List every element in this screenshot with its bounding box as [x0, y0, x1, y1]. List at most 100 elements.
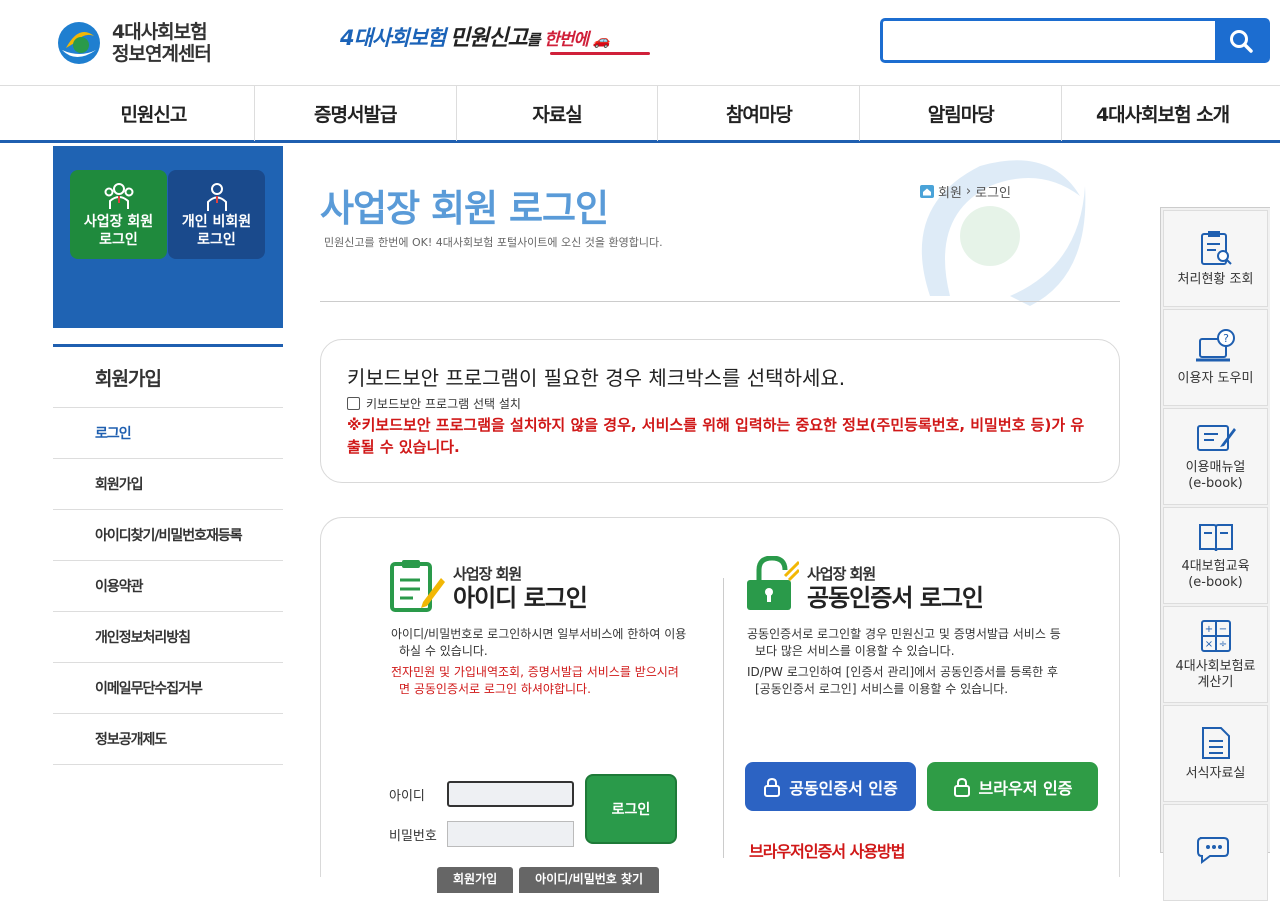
nav-complaint[interactable]: 민원신고: [53, 86, 255, 141]
sidebar-item-join[interactable]: 회원가입: [53, 459, 283, 510]
individual-login-line2: 로그인: [197, 231, 236, 248]
nav-participation[interactable]: 참여마당: [658, 86, 861, 141]
search-input[interactable]: [883, 21, 1215, 60]
slogan-part-d: 한번에: [544, 30, 589, 50]
slogan-car-icon: 🚗: [592, 33, 610, 49]
quick-form-library[interactable]: 서식자료실: [1163, 705, 1268, 802]
quick-manual-ebook-label: 이용매뉴얼 (e-book): [1185, 459, 1246, 491]
document-list-icon: [1201, 726, 1230, 759]
nav-notice[interactable]: 알림마당: [860, 86, 1063, 141]
id-label: 아이디: [389, 788, 425, 804]
login-section-divider: [723, 578, 724, 858]
cert-login-note-2: ID/PW 로그인하여 [인증서 관리]에서 공동인증서를 등록한 후 [공동인…: [747, 665, 1059, 696]
laptop-help-icon: ?: [1195, 328, 1235, 361]
browser-auth-label: 브라우저 인증: [978, 778, 1073, 798]
sidebar-item-terms[interactable]: 이용약관: [53, 561, 283, 612]
id-input[interactable]: [447, 781, 574, 807]
individual-user-icon: [206, 182, 227, 211]
business-login-line2: 로그인: [99, 231, 138, 248]
quick-premium-calculator-label: 4대사회보험료 계산기: [1175, 658, 1256, 690]
slogan-underline: [550, 52, 650, 55]
quick-form-library-label: 서식자료실: [1185, 765, 1246, 781]
svg-text:−: −: [1218, 624, 1226, 635]
password-input[interactable]: [447, 821, 574, 847]
id-login-title: 아이디 로그인: [453, 584, 588, 612]
nav-certificate[interactable]: 증명서발급: [255, 86, 457, 141]
id-login-clipboard-icon: [390, 560, 445, 612]
logo-line2: 정보연계센터: [112, 43, 212, 65]
business-users-icon: [104, 182, 133, 209]
keyboard-security-checkbox-label: 키보드보안 프로그램 선택 설치: [366, 397, 521, 411]
svg-text:×: ×: [1204, 639, 1212, 650]
breadcrumb: 회원 › 로그인: [920, 182, 1011, 201]
cert-login-title: 공동인증서 로그인: [807, 584, 984, 612]
site-logo[interactable]: 4대사회보험 정보연계센터: [56, 16, 246, 70]
sidebar-title: 회원가입: [53, 344, 283, 408]
sidebar-item-login[interactable]: 로그인: [53, 408, 283, 459]
keyboard-security-option[interactable]: 키보드보안 프로그램 선택 설치: [347, 395, 1093, 412]
title-divider: [320, 301, 1120, 302]
id-login-section: 사업장 회원 아이디 로그인 아이디/비밀번호로 로그인하시면 일부서비스에 한…: [389, 554, 689, 893]
individual-login-button[interactable]: 개인 비회원 로그인: [168, 170, 265, 259]
calculator-icon: + − × ÷: [1200, 619, 1231, 652]
search-bar: [880, 18, 1270, 63]
search-button[interactable]: [1215, 21, 1267, 60]
sidebar-item-find-account[interactable]: 아이디찾기/비밀번호재등록: [53, 510, 283, 561]
id-login-subtitle: 사업장 회원: [453, 565, 522, 583]
business-login-line1: 사업장 회원: [83, 213, 154, 230]
chat-icon: [1196, 836, 1229, 864]
sidebar-item-privacy[interactable]: 개인정보처리방침: [53, 612, 283, 663]
svg-text:?: ?: [1223, 332, 1229, 345]
quick-premium-calculator[interactable]: + − × ÷ 4대사회보험료 계산기: [1163, 606, 1268, 703]
svg-text:+: +: [1204, 624, 1212, 635]
find-account-button[interactable]: 아이디/비밀번호 찾기: [519, 867, 660, 893]
keyboard-security-heading: 키보드보안 프로그램이 필요한 경우 체크박스를 선택하세요.: [347, 366, 846, 390]
slogan-part-a: 4대사회보험: [340, 26, 446, 50]
sidebar-item-email-policy[interactable]: 이메일무단수집거부: [53, 663, 283, 714]
cert-login-note-1: 공동인증서로 로그인할 경우 민원신고 및 증명서발급 서비스 등 보다 많은 …: [747, 627, 1061, 658]
quick-user-help-label: 이용자 도우미: [1177, 370, 1254, 386]
manual-edit-icon: [1196, 424, 1236, 451]
slogan-banner: 4대사회보험 민원신고를 한번에 🚗: [340, 20, 650, 60]
nav-about[interactable]: 4대사회보험 소개: [1062, 86, 1263, 141]
cert-login-section: 사업장 회원 공동인증서 로그인 공동인증서로 로그인할 경우 민원신고 및 증…: [745, 554, 1098, 861]
page-description: 민원신고를 한번에 OK! 4대사회보험 포털사이트에 오신 것을 환영합니다.: [324, 236, 663, 249]
keyboard-security-checkbox[interactable]: [347, 397, 360, 410]
sidebar-login-panel: 사업장 회원 로그인 개인 비회원 로그인: [53, 146, 283, 328]
quick-education-ebook[interactable]: 4대보험교육 (e-book): [1163, 507, 1268, 604]
slogan-part-b: 민원신고: [449, 26, 528, 51]
quick-manual-ebook[interactable]: 이용매뉴얼 (e-book): [1163, 408, 1268, 505]
nav-archive[interactable]: 자료실: [457, 86, 659, 141]
certificate-auth-label: 공동인증서 인증: [789, 778, 898, 798]
logo-icon: [58, 22, 100, 64]
clipboard-search-icon: [1200, 230, 1232, 265]
business-login-button[interactable]: 사업장 회원 로그인: [70, 170, 167, 259]
logo-line1: 4대사회보험: [112, 21, 208, 43]
password-label: 비밀번호: [389, 828, 437, 844]
join-button[interactable]: 회원가입: [437, 867, 514, 893]
svg-text:÷: ÷: [1218, 639, 1226, 650]
breadcrumb-login[interactable]: 로그인: [975, 182, 1011, 201]
keyboard-security-warning: ※키보드보안 프로그램을 설치하지 않을 경우, 서비스를 위해 입력하는 중요…: [347, 416, 1085, 456]
login-box: 사업장 회원 아이디 로그인 아이디/비밀번호로 로그인하시면 일부서비스에 한…: [320, 517, 1120, 893]
quick-user-help[interactable]: ? 이용자 도우미: [1163, 309, 1268, 406]
book-icon: [1198, 523, 1233, 551]
id-login-form: 아이디 비밀번호: [389, 774, 574, 854]
id-login-note-1: 아이디/비밀번호로 로그인하시면 일부서비스에 한하여 이용하실 수 있습니다.: [391, 627, 687, 658]
slogan-part-c: 를: [526, 31, 541, 49]
quick-menu: 처리현황 조회 ? 이용자 도우미 이용매뉴얼 (e-book) 4대보험교육 …: [1160, 207, 1270, 901]
individual-login-line1: 개인 비회원: [181, 213, 252, 230]
browser-auth-button[interactable]: 브라우저 인증: [927, 762, 1098, 811]
browser-cert-howto-link[interactable]: 브라우저인증서 사용방법: [749, 838, 905, 862]
login-button[interactable]: 로그인: [585, 774, 677, 844]
home-icon[interactable]: [920, 185, 934, 198]
lock-icon: [953, 777, 970, 797]
page-title: 사업장 회원 로그인: [320, 187, 609, 230]
certificate-auth-button[interactable]: 공동인증서 인증: [745, 762, 916, 811]
breadcrumb-member[interactable]: 회원: [938, 182, 962, 201]
main-navigation: 민원신고 증명서발급 자료실 참여마당 알림마당 4대사회보험 소개: [0, 85, 1280, 143]
sidebar-item-disclosure[interactable]: 정보공개제도: [53, 714, 283, 765]
cert-login-subtitle: 사업장 회원: [807, 565, 876, 583]
quick-status-check[interactable]: 처리현황 조회: [1163, 210, 1268, 307]
breadcrumb-separator-icon: ›: [965, 184, 972, 199]
